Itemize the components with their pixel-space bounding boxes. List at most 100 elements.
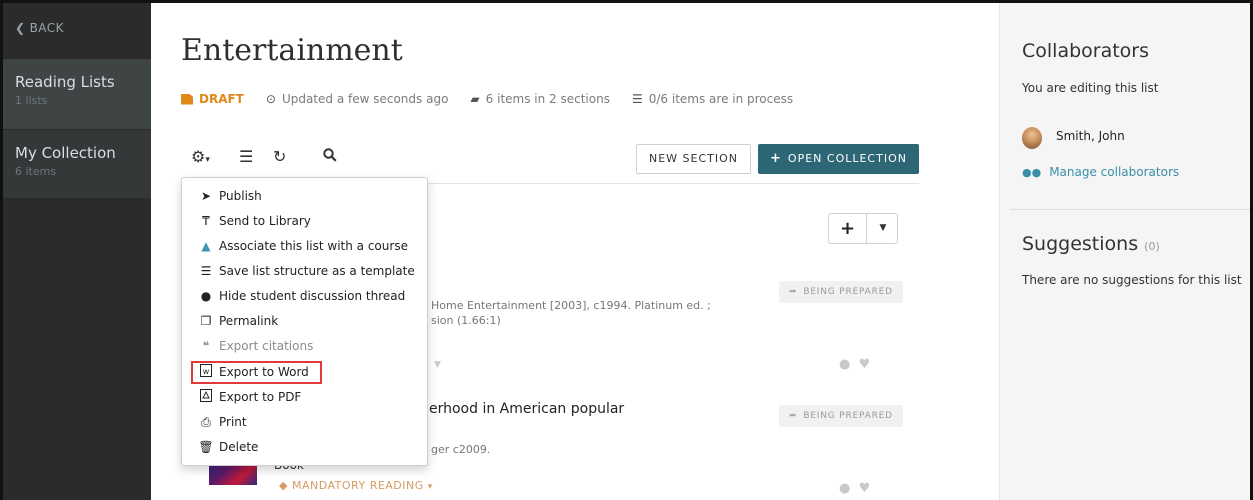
draft-badge: DRAFT bbox=[181, 92, 244, 106]
importance-label: MANDATORY READING bbox=[291, 479, 424, 492]
sidebar-item-reading-lists[interactable]: Reading Lists 1 lists bbox=[3, 59, 151, 129]
item-title[interactable]: erhood in American popular bbox=[429, 401, 624, 417]
page-title: Entertainment bbox=[181, 33, 403, 68]
draft-label: DRAFT bbox=[199, 92, 244, 106]
sidebar-item-count: 1 lists bbox=[15, 94, 48, 107]
importance-tag[interactable]: ◆ MANDATORY READING ▾ bbox=[279, 479, 433, 492]
menu-item-print[interactable]: ⎙ Print bbox=[198, 412, 247, 432]
menu-item-export-pdf[interactable]: Export to PDF bbox=[198, 387, 301, 407]
status-text: BEING PREPARED bbox=[803, 411, 893, 421]
menu-item-label: Save list structure as a template bbox=[219, 264, 415, 278]
menu-item-label: Export to PDF bbox=[219, 390, 302, 404]
manage-collaborators-link[interactable]: ●● Manage collaborators bbox=[1022, 165, 1179, 179]
comment-icon[interactable]: ● bbox=[839, 481, 850, 496]
menu-item-export-citations[interactable]: ❝ Export citations bbox=[198, 336, 314, 356]
copy-icon: ❐ bbox=[200, 314, 212, 328]
list-meta: DRAFT ⊙ Updated a few seconds ago ▰ 6 it… bbox=[181, 92, 793, 106]
process-info: ☰ 0/6 items are in process bbox=[632, 92, 793, 106]
sidebar-item-title: Reading Lists bbox=[15, 73, 115, 91]
suggestions-count: (0) bbox=[1144, 240, 1160, 253]
share-arrow-icon: ➦ bbox=[789, 411, 798, 421]
highlight-box bbox=[191, 361, 322, 384]
menu-item-label: Print bbox=[219, 415, 247, 429]
items-text: 6 items in 2 sections bbox=[485, 92, 610, 106]
back-label: BACK bbox=[29, 21, 65, 35]
search-icon[interactable] bbox=[323, 147, 337, 166]
trash-icon: 🗑 bbox=[198, 440, 214, 454]
quote-icon: ❝ bbox=[202, 339, 210, 353]
file-icon bbox=[181, 93, 193, 105]
avatar bbox=[1022, 127, 1042, 149]
menu-item-label: Export citations bbox=[219, 339, 314, 353]
add-item-button-group: + ▼ bbox=[828, 213, 898, 244]
process-text: 0/6 items are in process bbox=[648, 92, 794, 106]
sidebar-item-title: My Collection bbox=[15, 144, 116, 162]
menu-item-send-to-library[interactable]: ₸ Send to Library bbox=[198, 211, 311, 231]
item-actions: ● ♥ bbox=[839, 357, 870, 372]
status-badge: ➦ BEING PREPARED bbox=[779, 281, 903, 303]
refresh-icon[interactable]: ↻ bbox=[273, 147, 286, 166]
menu-item-publish[interactable]: ➤ Publish bbox=[198, 186, 262, 206]
menu-item-label: Associate this list with a course bbox=[219, 239, 408, 253]
pdf-file-icon bbox=[198, 389, 214, 405]
open-collection-label: OPEN COLLECTION bbox=[787, 152, 907, 165]
editing-status: You are editing this list bbox=[1022, 81, 1159, 95]
new-section-button[interactable]: NEW SECTION bbox=[636, 144, 752, 174]
clock-icon: ⊙ bbox=[265, 92, 276, 106]
add-item-dropdown-caret[interactable]: ▼ bbox=[869, 214, 897, 243]
suggestions-title: Suggestions (0) bbox=[1022, 233, 1160, 255]
collaborator-name: Smith, John bbox=[1056, 129, 1125, 143]
list-ordered-icon: ☰ bbox=[200, 264, 212, 278]
menu-item-label: Hide student discussion thread bbox=[219, 289, 406, 303]
plus-icon: + bbox=[770, 151, 782, 166]
item-details: Home Entertainment [2003], c1994. Platin… bbox=[431, 299, 711, 312]
print-icon: ⎙ bbox=[201, 414, 211, 429]
book-icon: ▰ bbox=[470, 92, 480, 106]
open-collection-button[interactable]: + OPEN COLLECTION bbox=[758, 144, 919, 174]
comments-icon: ● bbox=[200, 289, 212, 303]
back-link[interactable]: ❮ BACK bbox=[15, 21, 64, 35]
suggestions-empty-text: There are no suggestions for this list bbox=[1022, 273, 1242, 287]
menu-item-label: Permalink bbox=[219, 314, 279, 328]
list-actions-menu: ➤ Publish ₸ Send to Library ▲ Associate thi… bbox=[181, 177, 428, 466]
sidebar-item-count: 6 items bbox=[15, 165, 57, 178]
app-window: ❮ BACK Reading Lists 1 lists My Collectio… bbox=[0, 0, 1253, 500]
updated-text: Updated a few seconds ago bbox=[281, 92, 449, 106]
item-details: ger c2009. bbox=[431, 443, 491, 456]
menu-item-label: Publish bbox=[219, 189, 262, 203]
menu-item-delete[interactable]: 🗑 Delete bbox=[198, 437, 258, 457]
menu-item-save-template[interactable]: ☰ Save list structure as a template bbox=[198, 261, 415, 281]
tag-icon: ◆ bbox=[279, 479, 288, 492]
collaborators-title: Collaborators bbox=[1022, 40, 1150, 62]
right-panel: Collaborators You are editing this list … bbox=[999, 3, 1250, 500]
sidebar-item-my-collection[interactable]: My Collection 6 items bbox=[3, 130, 151, 198]
chevron-down-icon[interactable]: ▼ bbox=[434, 360, 441, 370]
menu-item-permalink[interactable]: ❐ Permalink bbox=[198, 311, 279, 331]
pin-icon: ₸ bbox=[202, 214, 210, 228]
sidebar: ❮ BACK Reading Lists 1 lists My Collectio… bbox=[3, 3, 151, 500]
menu-item-label: Send to Library bbox=[219, 214, 311, 228]
items-info: ▰ 6 items in 2 sections bbox=[470, 92, 610, 106]
heart-icon[interactable]: ♥ bbox=[859, 357, 871, 372]
heart-icon[interactable]: ♥ bbox=[859, 481, 871, 496]
chevron-down-icon: ▾ bbox=[427, 482, 433, 492]
manage-label: Manage collaborators bbox=[1049, 165, 1180, 179]
users-icon: ●● bbox=[1022, 165, 1042, 179]
item-details: sion (1.66:1) bbox=[431, 314, 501, 327]
status-text: BEING PREPARED bbox=[803, 287, 893, 297]
list-view-icon[interactable]: ☰ bbox=[239, 147, 253, 166]
updated-info: ⊙ Updated a few seconds ago bbox=[266, 92, 449, 106]
comment-icon[interactable]: ● bbox=[839, 357, 850, 372]
share-arrow-icon: ➦ bbox=[789, 287, 798, 297]
paper-plane-icon: ➤ bbox=[200, 189, 212, 203]
menu-item-associate-course[interactable]: ▲ Associate this list with a course bbox=[198, 236, 408, 256]
menu-item-label: Delete bbox=[219, 440, 259, 454]
menu-item-hide-discussion[interactable]: ● Hide student discussion thread bbox=[198, 286, 405, 306]
suggestions-label: Suggestions bbox=[1022, 233, 1139, 255]
chevron-left-icon: ❮ bbox=[15, 21, 26, 35]
add-item-button[interactable]: + bbox=[829, 214, 867, 243]
status-badge: ➦ BEING PREPARED bbox=[779, 405, 903, 427]
list-icon: ☰ bbox=[631, 92, 643, 106]
gear-dropdown-icon[interactable]: ⚙▾ bbox=[191, 147, 210, 166]
graduation-cap-icon: ▲ bbox=[201, 239, 211, 253]
